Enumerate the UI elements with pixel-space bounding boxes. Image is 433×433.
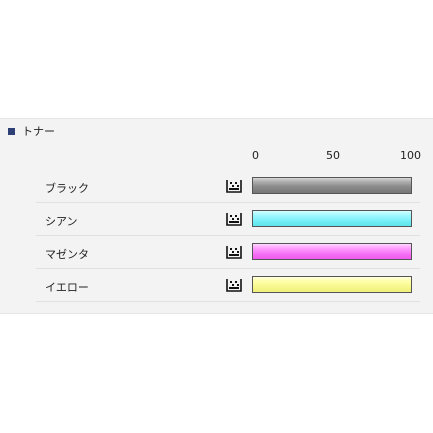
toner-level-fill: [253, 244, 411, 259]
toner-cartridge-icon: [226, 246, 242, 259]
toner-panel: トナー 0 50 100 ブラック シアン マゼンタ イエロー: [0, 118, 433, 314]
toner-level-fill: [253, 211, 411, 226]
toner-name: イエロー: [45, 281, 89, 294]
toner-level-bar: [252, 177, 412, 194]
toner-level-bar: [252, 276, 412, 293]
scale-label-0: 0: [252, 149, 259, 162]
scale-label-100: 100: [400, 149, 421, 162]
toner-level-fill: [253, 277, 411, 292]
section-bullet-icon: [8, 127, 15, 135]
section-title: トナー: [8, 123, 55, 139]
toner-level-fill: [253, 178, 411, 193]
toner-level-bar: [252, 210, 412, 227]
scale-label-50: 50: [326, 149, 340, 162]
toner-cartridge-icon: [226, 279, 242, 292]
toner-name: マゼンタ: [45, 248, 89, 261]
toner-name: ブラック: [45, 182, 89, 195]
level-scale: 0 50 100: [250, 149, 424, 163]
toner-name: シアン: [45, 215, 78, 228]
toner-row-black: ブラック: [36, 170, 420, 203]
section-title-text: トナー: [22, 125, 55, 138]
toner-row-yellow: イエロー: [36, 269, 420, 302]
toner-cartridge-icon: [226, 180, 242, 193]
toner-row-magenta: マゼンタ: [36, 236, 420, 269]
toner-cartridge-icon: [226, 213, 242, 226]
toner-level-bar: [252, 243, 412, 260]
toner-row-cyan: シアン: [36, 203, 420, 236]
